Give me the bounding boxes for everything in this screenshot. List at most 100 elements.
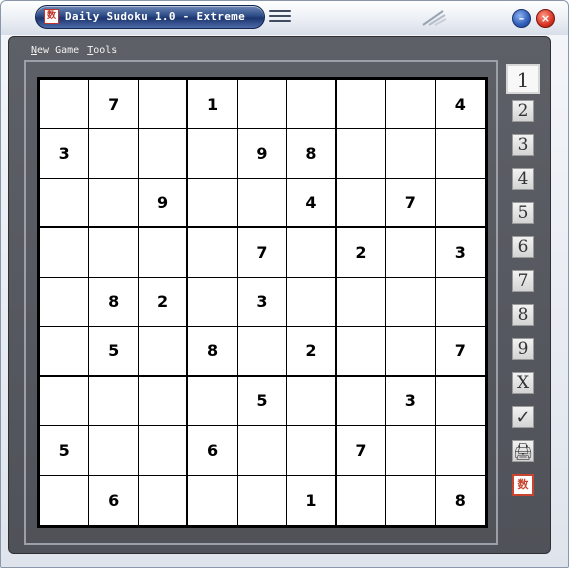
sudoku-cell[interactable] xyxy=(336,277,387,328)
sudoku-cell[interactable] xyxy=(188,178,238,229)
sudoku-cell[interactable] xyxy=(386,426,436,476)
sudoku-cell[interactable]: 2 xyxy=(336,228,387,278)
sudoku-cell[interactable] xyxy=(435,426,485,476)
sudoku-cell[interactable] xyxy=(188,228,238,278)
sudoku-cell[interactable] xyxy=(386,129,436,179)
sudoku-cell[interactable] xyxy=(40,228,90,278)
sudoku-cell[interactable]: 8 xyxy=(435,475,485,525)
sudoku-cell[interactable]: 3 xyxy=(386,376,436,427)
sudoku-cell[interactable] xyxy=(336,376,387,427)
sudoku-cell[interactable]: 4 xyxy=(287,178,337,229)
sudoku-cell[interactable] xyxy=(386,228,436,278)
sudoku-cell[interactable] xyxy=(188,129,238,179)
sudoku-cell[interactable] xyxy=(40,178,90,229)
sudoku-cell[interactable] xyxy=(435,178,485,229)
sudoku-cell[interactable] xyxy=(89,129,139,179)
sudoku-cell[interactable] xyxy=(40,376,90,427)
palette-number-3[interactable]: 3 xyxy=(512,134,534,156)
close-button[interactable]: × xyxy=(536,9,555,28)
sudoku-cell[interactable]: 4 xyxy=(435,80,485,130)
app-logo-button[interactable]: 数 xyxy=(512,474,534,496)
sudoku-cell[interactable] xyxy=(386,475,436,525)
sudoku-cell[interactable] xyxy=(138,475,189,525)
sudoku-cell[interactable]: 3 xyxy=(40,129,90,179)
minimize-button[interactable]: – xyxy=(512,9,531,28)
sudoku-cell[interactable]: 3 xyxy=(237,277,288,328)
sudoku-cell[interactable] xyxy=(237,80,288,130)
palette-number-5[interactable]: 5 xyxy=(512,202,534,224)
sudoku-cell[interactable] xyxy=(287,80,337,130)
sudoku-cell[interactable] xyxy=(40,277,90,328)
sudoku-cell[interactable] xyxy=(336,129,387,179)
print-button[interactable]: 🖨 xyxy=(512,440,534,462)
sudoku-cell[interactable] xyxy=(336,178,387,229)
sudoku-cell[interactable]: 5 xyxy=(89,327,139,377)
sudoku-cell[interactable] xyxy=(138,426,189,476)
sudoku-cell[interactable] xyxy=(435,376,485,427)
sudoku-cell[interactable] xyxy=(138,129,189,179)
sudoku-cell[interactable]: 8 xyxy=(287,129,337,179)
menu-grip-icon[interactable] xyxy=(269,10,291,24)
palette-number-7[interactable]: 7 xyxy=(512,270,534,292)
sudoku-cell[interactable] xyxy=(188,277,238,328)
title-pill[interactable]: 数 Daily Sudoku 1.0 - Extreme xyxy=(35,5,265,29)
palette-number-8[interactable]: 8 xyxy=(512,304,534,326)
sudoku-cell[interactable] xyxy=(237,327,288,377)
sudoku-cell[interactable] xyxy=(386,277,436,328)
sudoku-cell[interactable]: 6 xyxy=(89,475,139,525)
sudoku-cell[interactable] xyxy=(138,376,189,427)
sudoku-cell[interactable] xyxy=(237,178,288,229)
sudoku-cell[interactable]: 8 xyxy=(188,327,238,377)
sudoku-cell[interactable] xyxy=(336,475,387,525)
clear-cell-button[interactable]: X xyxy=(512,372,534,394)
sudoku-cell[interactable]: 1 xyxy=(287,475,337,525)
sudoku-cell[interactable] xyxy=(40,475,90,525)
palette-number-4[interactable]: 4 xyxy=(512,168,534,190)
sudoku-cell[interactable] xyxy=(386,327,436,377)
sudoku-cell[interactable] xyxy=(237,475,288,525)
sudoku-cell[interactable] xyxy=(138,228,189,278)
sudoku-cell[interactable] xyxy=(287,426,337,476)
sudoku-cell[interactable]: 9 xyxy=(138,178,189,229)
palette-number-9[interactable]: 9 xyxy=(512,338,534,360)
sudoku-cell[interactable]: 1 xyxy=(188,80,238,130)
sudoku-cell[interactable]: 2 xyxy=(138,277,189,328)
sudoku-cell[interactable] xyxy=(138,327,189,377)
sudoku-cell[interactable] xyxy=(89,376,139,427)
sudoku-cell[interactable]: 2 xyxy=(287,327,337,377)
sudoku-cell[interactable] xyxy=(287,277,337,328)
sudoku-cell[interactable] xyxy=(89,228,139,278)
sudoku-cell[interactable] xyxy=(40,327,90,377)
sudoku-cell[interactable] xyxy=(287,228,337,278)
sudoku-cell[interactable] xyxy=(40,80,90,130)
check-button[interactable]: ✓ xyxy=(512,406,534,428)
palette-number-2[interactable]: 2 xyxy=(512,100,534,122)
sudoku-cell[interactable]: 7 xyxy=(386,178,436,229)
sudoku-cell[interactable]: 5 xyxy=(40,426,90,476)
sudoku-cell[interactable] xyxy=(188,376,238,427)
sudoku-cell[interactable]: 7 xyxy=(336,426,387,476)
sudoku-cell[interactable] xyxy=(138,80,189,130)
sudoku-cell[interactable]: 9 xyxy=(237,129,288,179)
sudoku-cell[interactable] xyxy=(237,426,288,476)
menu-item-new-game[interactable]: New Game xyxy=(31,45,79,56)
sudoku-cell[interactable]: 7 xyxy=(435,327,485,377)
sudoku-cell[interactable] xyxy=(435,277,485,328)
sudoku-cell[interactable] xyxy=(89,426,139,476)
sudoku-cell[interactable]: 7 xyxy=(237,228,288,278)
palette-number-6[interactable]: 6 xyxy=(512,236,534,258)
sudoku-cell[interactable]: 8 xyxy=(89,277,139,328)
sudoku-cell[interactable] xyxy=(89,178,139,229)
sudoku-cell[interactable] xyxy=(287,376,337,427)
sudoku-cell[interactable] xyxy=(386,80,436,130)
sudoku-cell[interactable]: 7 xyxy=(89,80,139,130)
sudoku-cell[interactable] xyxy=(336,80,387,130)
sudoku-cell[interactable] xyxy=(435,129,485,179)
menu-item-tools[interactable]: Tools xyxy=(87,45,117,56)
sudoku-cell[interactable] xyxy=(188,475,238,525)
sudoku-cell[interactable] xyxy=(336,327,387,377)
sudoku-cell[interactable]: 3 xyxy=(435,228,485,278)
palette-number-1[interactable]: 1 xyxy=(506,64,540,94)
sudoku-cell[interactable]: 5 xyxy=(237,376,288,427)
sudoku-cell[interactable]: 6 xyxy=(188,426,238,476)
